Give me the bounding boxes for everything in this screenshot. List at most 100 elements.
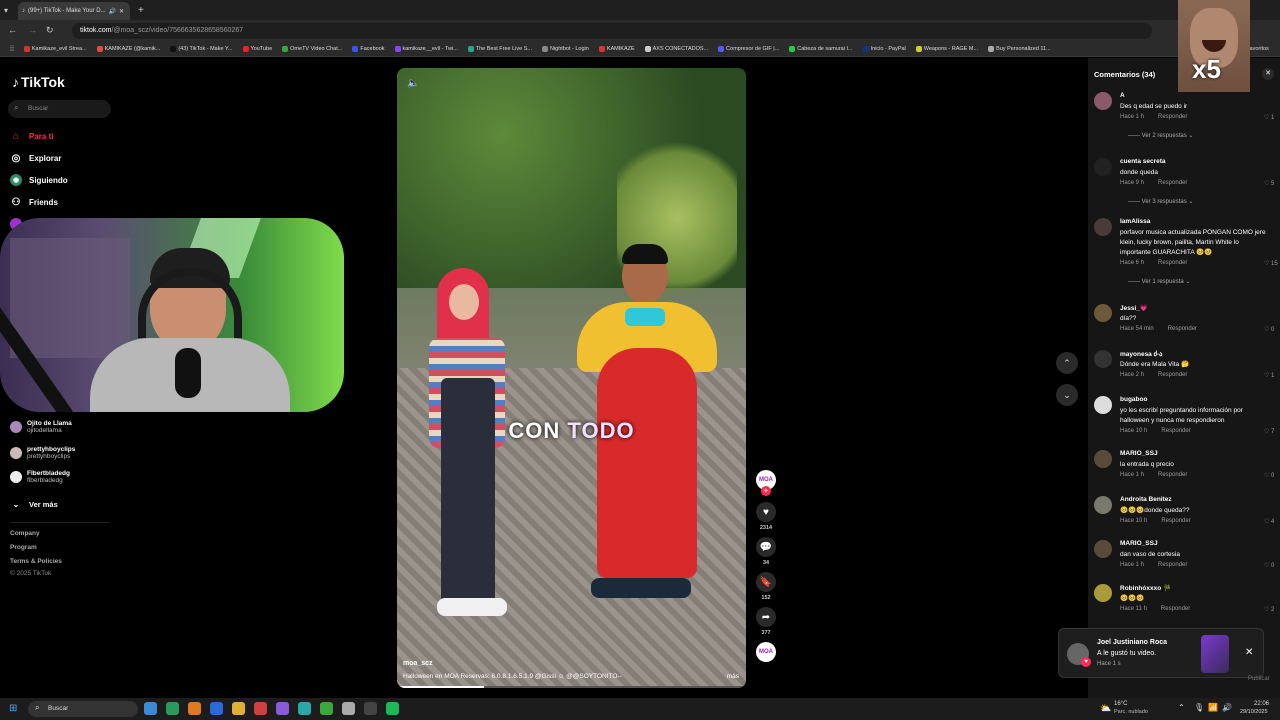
music-disc[interactable]: MOA	[754, 642, 778, 662]
comment-like-button[interactable]: ♡ 0	[1264, 326, 1274, 333]
nav-item-explorar[interactable]: ◎ Explorar	[10, 152, 62, 164]
new-tab-button[interactable]: +	[138, 5, 144, 16]
close-comments-button[interactable]: ✕	[1262, 68, 1274, 80]
bookmark-item[interactable]: AXS CONECTADOS...	[644, 46, 708, 52]
sidebar-search-input[interactable]: ⌕ Buscar	[8, 100, 111, 118]
wifi-icon[interactable]: 📶	[1208, 703, 1218, 712]
nav-item-friends[interactable]: ⚇ Friends	[10, 196, 58, 208]
reply-button[interactable]: Responder	[1161, 606, 1190, 612]
tray-chevron-icon[interactable]: ⌃	[1178, 703, 1185, 712]
following-account[interactable]: prettyhboyclips prettyhboyclips	[10, 446, 75, 460]
comment-username[interactable]: IamAlissa	[1120, 218, 1150, 225]
avatar[interactable]	[1094, 218, 1112, 236]
see-more-button[interactable]: ⌄ Ver más	[10, 498, 58, 510]
bookmark-item[interactable]: Inicio - PayPal	[862, 46, 906, 52]
avatar[interactable]	[1094, 304, 1112, 322]
avatar[interactable]	[1094, 396, 1112, 414]
reply-button[interactable]: Responder	[1168, 326, 1197, 332]
url-field[interactable]: tiktok.com/@moa_scz/video/75666356286585…	[72, 23, 1152, 39]
app-icon[interactable]	[320, 702, 333, 715]
app-icon[interactable]	[210, 702, 223, 715]
avatar[interactable]	[1094, 158, 1112, 176]
next-video-button[interactable]: ⌄	[1056, 384, 1078, 406]
avatar[interactable]	[1094, 584, 1112, 602]
previous-video-button[interactable]: ⌃	[1056, 352, 1078, 374]
more-link[interactable]: más	[727, 673, 739, 680]
spotify-icon[interactable]	[386, 702, 399, 715]
avatar[interactable]	[1094, 450, 1112, 468]
bookmark-item[interactable]: Facebook	[352, 46, 385, 52]
bookmark-item[interactable]: kamikaze__evil - Twi...	[394, 46, 458, 52]
app-icon[interactable]	[298, 702, 311, 715]
comment-like-button[interactable]: ♡ 1	[1264, 372, 1274, 379]
app-icon[interactable]	[188, 702, 201, 715]
follow-plus-icon[interactable]: +	[761, 486, 771, 496]
nav-item-para-ti[interactable]: ⌂ Para ti	[10, 130, 54, 142]
reply-button[interactable]: Responder	[1158, 114, 1187, 120]
bookmark-item[interactable]: Cabeza de samurai I...	[789, 46, 853, 52]
browser-tab[interactable]: ♪ (99+) TikTok - Make Your D... 🔊 ✕	[18, 2, 130, 20]
task-view-icon[interactable]	[144, 702, 157, 715]
footer-link-program[interactable]: Program	[10, 544, 37, 551]
comment-username[interactable]: bugaboo	[1120, 396, 1147, 403]
comment-username[interactable]: mayonesa ძ-ა	[1120, 350, 1162, 358]
comment-username[interactable]: A	[1120, 92, 1125, 99]
avatar[interactable]	[1094, 350, 1112, 368]
tab-search-icon[interactable]: ▾	[4, 6, 18, 15]
comment-username[interactable]: Androita Benitez	[1120, 496, 1172, 503]
bookmark-item[interactable]: YouTube	[242, 46, 272, 52]
obs-icon[interactable]	[364, 702, 377, 715]
footer-link-terms[interactable]: Terms & Policies	[10, 558, 62, 565]
edge-icon[interactable]	[166, 702, 179, 715]
comment-username[interactable]: Robinhóxxxo 🎋	[1120, 584, 1171, 592]
following-account[interactable]: Ojito de Llama ojitodellama	[10, 420, 72, 434]
nav-item-siguiendo[interactable]: ◉ Siguiendo	[10, 174, 68, 186]
view-replies-button[interactable]: —— Ver 1 respuesta ⌄	[1128, 278, 1190, 285]
avatar[interactable]	[1094, 540, 1112, 558]
apps-grid-icon[interactable]: ⁞⁞	[10, 46, 14, 53]
share-button[interactable]: ➦ 377	[754, 607, 778, 636]
reply-button[interactable]: Responder	[1158, 472, 1187, 478]
comment-username[interactable]: MARIO_SSJ	[1120, 450, 1158, 457]
clock-date[interactable]: 29/10/2025	[1240, 709, 1268, 715]
tiktok-logo[interactable]: ♪ TikTok	[12, 74, 65, 90]
footer-link-company[interactable]: Company	[10, 530, 40, 537]
comment-button[interactable]: 💬 34	[754, 537, 778, 566]
close-notification-icon[interactable]: ✕	[1245, 647, 1253, 658]
forward-icon[interactable]: →	[28, 25, 37, 35]
comment-username[interactable]: cuenta secreta	[1120, 158, 1166, 165]
comment-like-button[interactable]: ♡ 7	[1264, 428, 1274, 435]
comment-like-button[interactable]: ♡ 4	[1264, 518, 1274, 525]
reply-button[interactable]: Responder	[1161, 428, 1190, 434]
following-account[interactable]: Flbertbladedg flberbladedg	[10, 470, 70, 484]
taskbar-search[interactable]: ⌕ Buscar	[28, 701, 138, 717]
comment-like-button[interactable]: ♡ 1	[1264, 114, 1274, 121]
weather-icon[interactable]: ⛅	[1100, 703, 1111, 714]
comment-username[interactable]: Jessi_💗	[1120, 304, 1148, 312]
bookmark-item[interactable]: Nightbot - Login	[541, 46, 589, 52]
folder-icon[interactable]	[232, 702, 245, 715]
avatar[interactable]	[1094, 496, 1112, 514]
bookmark-item[interactable]: Kamikaze_evil Strea...	[23, 46, 87, 52]
favorites-folder[interactable]: favoritos	[1248, 46, 1269, 52]
bookmark-item[interactable]: Weapons - RAGE M...	[915, 46, 978, 52]
clock-time[interactable]: 22:06	[1254, 701, 1269, 707]
bookmark-item[interactable]: Compresor de GIF |...	[718, 46, 779, 52]
comment-like-button[interactable]: ♡ 5	[1264, 180, 1274, 187]
bookmark-item[interactable]: OmeTV Video Chat...	[282, 46, 342, 52]
app-icon[interactable]	[342, 702, 355, 715]
bookmark-item[interactable]: KAMIKAZE	[598, 46, 635, 52]
notification-toast[interactable]: ♥ Joel Justiniano Roca A le gustó tu vid…	[1058, 628, 1264, 678]
comment-like-button[interactable]: ♡ 0	[1264, 562, 1274, 569]
view-replies-button[interactable]: —— Ver 2 respuestas ⌄	[1128, 132, 1193, 139]
avatar[interactable]	[1094, 92, 1112, 110]
creator-avatar[interactable]: MOA +	[754, 470, 778, 496]
progress-bar[interactable]	[397, 686, 746, 688]
view-replies-button[interactable]: —— Ver 3 respuestas ⌄	[1128, 198, 1193, 205]
windows-start-icon[interactable]: ⊞	[9, 703, 17, 714]
publish-button[interactable]: Publicar	[1248, 676, 1270, 682]
bookmark-item[interactable]: The Best Free Live S...	[467, 46, 532, 52]
reply-button[interactable]: Responder	[1158, 260, 1187, 266]
chrome-icon[interactable]	[254, 702, 267, 715]
app-icon[interactable]	[276, 702, 289, 715]
